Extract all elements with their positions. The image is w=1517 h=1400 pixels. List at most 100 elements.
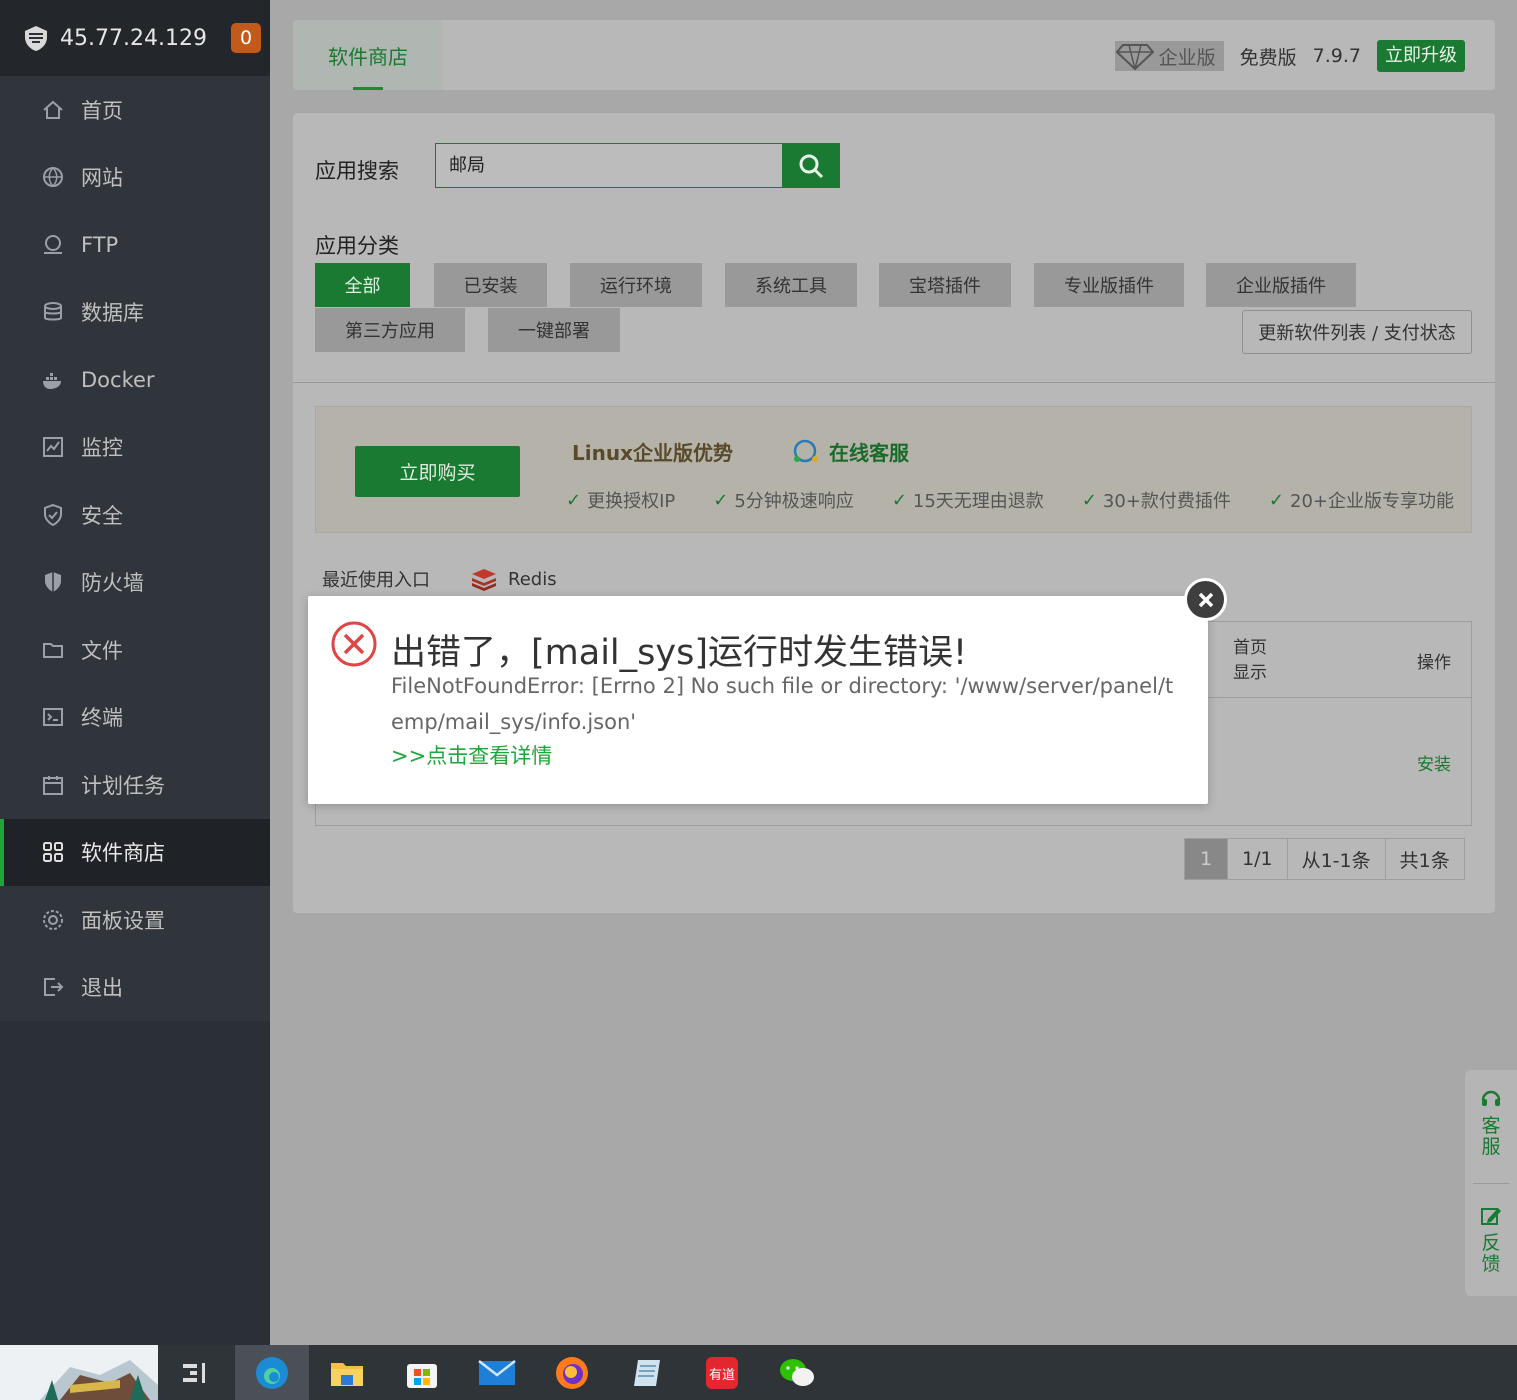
sidebar-item-1[interactable]: 网站 <box>0 144 270 212</box>
error-dialog: 出错了，[mail_sys]运行时发生错误! FileNotFoundError… <box>308 596 1208 804</box>
promo-title: Linux企业版优势 <box>572 441 733 465</box>
install-link[interactable]: 安装 <box>1417 750 1451 775</box>
sidebar-item-label: 安全 <box>81 503 123 528</box>
ftp-icon <box>40 232 66 258</box>
sidebar-brand: 45.77.24.129 0 <box>0 0 270 76</box>
sidebar-item-label: 软件商店 <box>81 841 165 866</box>
sidebar-item-12[interactable]: 面板设置 <box>0 886 270 954</box>
customer-service-button[interactable]: 客服 <box>1465 1088 1517 1158</box>
column-operation: 操作 <box>1417 653 1451 673</box>
online-service-label: 在线客服 <box>829 441 909 465</box>
sidebar-item-label: 监控 <box>81 436 123 461</box>
taskbar-firefox[interactable] <box>535 1345 609 1400</box>
sidebar: 45.77.24.129 0 首页 网站 FTP 数据库 Docker 监控安全防火墙文件… <box>0 0 270 1345</box>
sidebar-item-5[interactable]: 监控 <box>0 414 270 482</box>
column-home-display: 首页显示 <box>1233 638 1267 683</box>
sidebar-item-0[interactable]: 首页 <box>0 76 270 144</box>
category-runtime[interactable]: 运行环境 <box>570 263 702 307</box>
recent-app-redis[interactable]: Redis <box>470 567 557 591</box>
sidebar-item-label: 面板设置 <box>81 908 165 933</box>
message-count-badge[interactable]: 0 <box>231 23 261 53</box>
category-one-click-deploy[interactable]: 一键部署 <box>488 308 620 352</box>
check-icon: ✓ <box>713 489 729 511</box>
taskbar-notepad[interactable] <box>610 1345 684 1400</box>
category-all[interactable]: 全部 <box>315 263 410 307</box>
wechat-icon <box>780 1358 814 1386</box>
page-current[interactable]: 1 <box>1185 839 1227 879</box>
terminal-icon <box>40 704 66 730</box>
enterprise-label: 企业版 <box>1158 46 1216 69</box>
sidebar-item-11[interactable]: 软件商店 <box>0 818 270 886</box>
upgrade-button[interactable]: 立即升级 <box>1377 40 1465 72</box>
sidebar-item-label: 防火墙 <box>81 571 144 596</box>
taskbar-mail[interactable] <box>460 1345 534 1400</box>
tab-software-store[interactable]: 软件商店 <box>293 20 443 90</box>
firewall-icon <box>40 569 66 595</box>
top-bar: 软件商店 企业版 免费版 7.9.7 立即升级 <box>293 20 1495 90</box>
refresh-list-button[interactable]: 更新软件列表 / 支付状态 <box>1242 310 1472 354</box>
docker-icon <box>40 367 66 393</box>
sidebar-item-3[interactable]: 数据库 <box>0 279 270 347</box>
page-count: 1/1 <box>1227 839 1287 879</box>
page-range: 从1-1条 <box>1286 839 1385 879</box>
sidebar-item-10[interactable]: 计划任务 <box>0 751 270 819</box>
notepad-icon <box>634 1359 660 1386</box>
server-ip: 45.77.24.129 <box>60 25 207 51</box>
bt-logo-icon <box>25 26 47 51</box>
search-icon <box>799 154 824 178</box>
buy-now-button[interactable]: 立即购买 <box>355 446 520 497</box>
sidebar-item-8[interactable]: 文件 <box>0 616 270 684</box>
gear-icon <box>40 907 66 933</box>
sidebar-item-4[interactable]: Docker <box>0 346 270 414</box>
desktop-thumbnail[interactable] <box>0 1345 158 1400</box>
sidebar-item-2[interactable]: FTP <box>0 211 270 279</box>
firefox-icon <box>556 1356 588 1389</box>
landscape-thumbnail-icon <box>0 1345 158 1400</box>
online-service-link[interactable]: 在线客服 <box>791 437 909 466</box>
taskbar-edge[interactable] <box>235 1345 309 1400</box>
search-input[interactable]: 邮局 <box>435 143 783 188</box>
sidebar-item-9[interactable]: 终端 <box>0 684 270 752</box>
category-system-tools[interactable]: 系统工具 <box>725 263 857 307</box>
chat-icon <box>793 439 818 462</box>
svg-text:有道: 有道 <box>709 1368 735 1383</box>
sidebar-item-label: 退出 <box>81 976 123 1001</box>
apps-grid-icon <box>40 839 66 865</box>
dialog-close-button[interactable] <box>1184 578 1227 621</box>
enterprise-tag[interactable]: 企业版 <box>1114 41 1224 71</box>
enterprise-promo-banner: 立即购买 Linux企业版优势 在线客服 ✓ 更换授权IP ✓ 5分钟极速响应 ✓ 1… <box>315 406 1472 533</box>
task-view-button[interactable] <box>158 1345 232 1400</box>
taskbar-file-explorer[interactable] <box>310 1345 384 1400</box>
os-taskbar: 有道 <box>0 1345 1517 1400</box>
logout-icon <box>40 974 66 1000</box>
close-icon <box>1198 592 1213 607</box>
error-icon <box>331 621 377 667</box>
category-enterprise-plugins[interactable]: 企业版插件 <box>1206 263 1356 307</box>
taskbar-store[interactable] <box>385 1345 459 1400</box>
redis-icon <box>472 569 496 591</box>
category-pro-plugins[interactable]: 专业版插件 <box>1034 263 1184 307</box>
shield-check-icon <box>40 502 66 528</box>
view-details-link[interactable]: >>点击查看详情 <box>391 740 552 770</box>
footer-strip <box>270 1326 1517 1345</box>
divider <box>293 382 1495 383</box>
feature-item: ✓ 5分钟极速响应 <box>713 489 854 513</box>
search-button[interactable] <box>782 143 840 188</box>
customer-service-label: 客服 <box>1481 1115 1501 1158</box>
recent-entries: 最近使用入口 Redis <box>322 566 557 592</box>
category-third-party[interactable]: 第三方应用 <box>315 308 465 352</box>
feedback-button[interactable]: 反馈 <box>1465 1205 1517 1275</box>
taskbar-youdao[interactable]: 有道 <box>685 1345 759 1400</box>
youdao-icon: 有道 <box>706 1356 738 1389</box>
sidebar-item-7[interactable]: 防火墙 <box>0 549 270 617</box>
sidebar-item-13[interactable]: 退出 <box>0 954 270 1022</box>
pagination: 1 1/1 从1-1条 共1条 <box>1184 838 1465 880</box>
database-icon <box>40 299 66 325</box>
floater-divider <box>1473 1183 1509 1184</box>
sidebar-item-6[interactable]: 安全 <box>0 481 270 549</box>
globe-icon <box>40 164 66 190</box>
category-bt-plugins[interactable]: 宝塔插件 <box>879 263 1011 307</box>
category-installed[interactable]: 已安装 <box>434 263 547 307</box>
sidebar-item-label: Docker <box>81 367 155 392</box>
taskbar-wechat[interactable] <box>760 1345 834 1400</box>
